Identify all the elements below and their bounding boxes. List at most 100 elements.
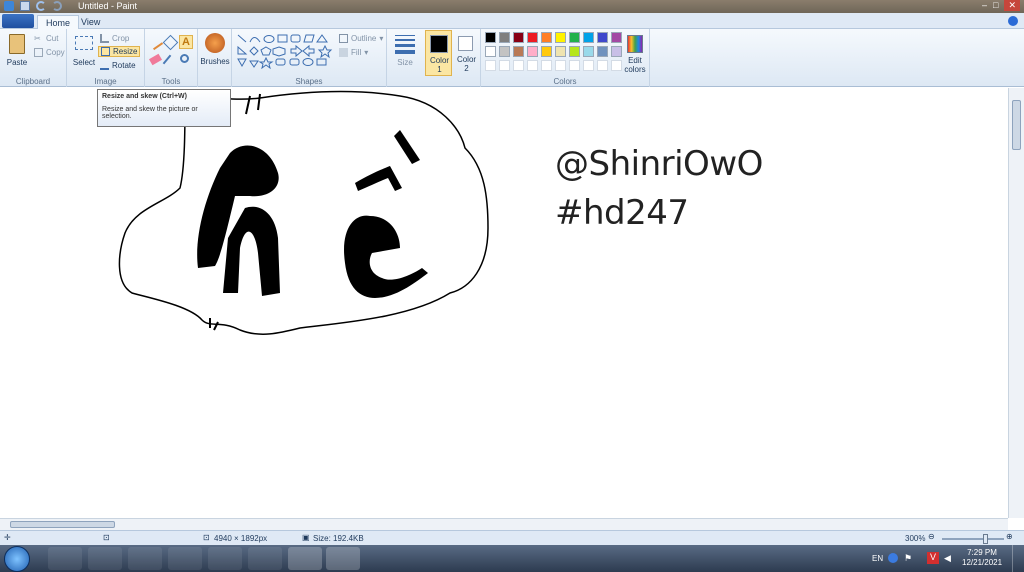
color-swatch[interactable] — [541, 60, 552, 71]
tooltip-body: Resize and skew the picture or selection… — [102, 106, 198, 120]
color-swatch[interactable] — [569, 32, 580, 43]
color-swatch[interactable] — [485, 60, 496, 71]
show-desktop-button[interactable] — [1012, 545, 1024, 572]
color-swatch[interactable] — [499, 60, 510, 71]
outline-dropdown[interactable]: Outline ▾ — [339, 34, 383, 43]
color-swatch[interactable] — [597, 46, 608, 57]
size-label: Size — [397, 58, 413, 67]
taskbar-word[interactable] — [168, 547, 202, 570]
color-swatch[interactable] — [485, 46, 496, 57]
fill-dropdown[interactable]: Fill ▾ — [339, 48, 368, 57]
clock[interactable]: 7:29 PM 12/21/2021 — [962, 548, 1002, 568]
ribbon-tab-bar: Home View — [0, 13, 1024, 29]
tab-view[interactable]: View — [73, 15, 108, 29]
color-swatch[interactable] — [555, 32, 566, 43]
taskbar-zalo[interactable] — [288, 547, 322, 570]
color-swatch[interactable] — [583, 60, 594, 71]
horizontal-scrollbar[interactable] — [0, 518, 1008, 530]
color-swatch[interactable] — [583, 32, 594, 43]
vertical-scrollbar[interactable] — [1008, 88, 1024, 518]
redo-icon[interactable] — [52, 1, 62, 11]
paste-button[interactable]: Paste — [4, 32, 30, 72]
cursor-position-icon: ✛ — [4, 533, 11, 542]
tooltip-title: Resize and skew (Ctrl+W) — [102, 93, 187, 100]
fill-shape-icon — [339, 48, 348, 57]
tools-group-label: Tools — [161, 77, 181, 86]
brushes-button[interactable]: Brushes — [200, 32, 230, 72]
taskbar-media-player[interactable] — [48, 547, 82, 570]
zoom-out-button[interactable]: ⊖ — [928, 532, 935, 541]
start-icon[interactable] — [4, 546, 30, 572]
vertical-scroll-thumb[interactable] — [1012, 100, 1021, 150]
color1-button[interactable]: Color 1 — [425, 30, 452, 76]
resize-button[interactable]: Resize — [98, 46, 141, 57]
close-button[interactable]: ✕ — [1004, 0, 1020, 11]
chevron-down-icon: ▾ — [379, 34, 384, 43]
network-icon[interactable]: ⚑ — [904, 553, 912, 564]
cut-button[interactable]: ✂ Cut — [34, 34, 58, 43]
fill-icon[interactable] — [162, 34, 179, 51]
zoom-slider[interactable] — [942, 534, 1004, 544]
shapes-group: Outline ▾ Fill ▾ Shapes — [232, 29, 387, 87]
image-group-label: Image — [94, 77, 117, 86]
taskbar-paint[interactable] — [326, 547, 360, 570]
zoom-in-button[interactable]: ⊕ — [1006, 532, 1013, 541]
color-swatch[interactable] — [499, 32, 510, 43]
eraser-icon[interactable] — [148, 53, 163, 66]
color-picker-icon[interactable] — [162, 54, 172, 65]
zoom-slider-thumb[interactable] — [983, 534, 989, 544]
color-swatch[interactable] — [513, 32, 524, 43]
maximize-button[interactable]: □ — [993, 0, 998, 11]
taskbar: EN ⚑ V ◀ 7:29 PM 12/21/2021 — [0, 545, 1024, 572]
color-swatch[interactable] — [597, 60, 608, 71]
paint-menu-button[interactable] — [2, 14, 34, 28]
color-swatch[interactable] — [513, 60, 524, 71]
color-swatch[interactable] — [527, 32, 538, 43]
color-swatch[interactable] — [499, 46, 510, 57]
edit-colors-button[interactable]: Edit colors — [621, 32, 649, 74]
color-swatch[interactable] — [541, 46, 552, 57]
paint-app-icon[interactable] — [4, 1, 14, 11]
crop-button[interactable]: Crop — [100, 34, 129, 43]
color-swatch[interactable] — [597, 32, 608, 43]
watermark-text-1: @ShinriOwO — [555, 144, 763, 184]
paste-icon — [9, 34, 25, 54]
color-swatch[interactable] — [527, 46, 538, 57]
canvas-area[interactable]: @ShinriOwO #hd247 — [0, 88, 1008, 518]
taskbar-shield-app[interactable] — [248, 547, 282, 570]
crop-icon — [100, 34, 109, 43]
undo-icon[interactable] — [36, 1, 46, 11]
color-swatch[interactable] — [555, 46, 566, 57]
color-swatch[interactable] — [513, 46, 524, 57]
size-button[interactable]: Size — [390, 32, 420, 72]
color-swatch[interactable] — [527, 60, 538, 71]
color2-button[interactable]: Color 2 — [453, 30, 480, 76]
color-swatch[interactable] — [485, 32, 496, 43]
color-swatch[interactable] — [555, 60, 566, 71]
taskbar-app-green[interactable] — [128, 547, 162, 570]
select-icon — [75, 36, 93, 50]
text-icon[interactable]: A — [179, 35, 193, 49]
copy-button[interactable]: Copy — [34, 48, 65, 57]
color-swatch[interactable] — [541, 32, 552, 43]
help-tray-icon[interactable] — [888, 553, 898, 563]
rotate-button[interactable]: Rotate — [100, 61, 136, 70]
pencil-icon[interactable] — [147, 34, 164, 51]
help-icon[interactable] — [1008, 16, 1018, 26]
selection-size-icon: ⊡ — [103, 533, 110, 542]
color-swatch[interactable] — [583, 46, 594, 57]
antivirus-tray-icon[interactable]: V — [927, 552, 939, 564]
select-button[interactable]: Select — [71, 32, 97, 72]
save-icon[interactable] — [20, 1, 30, 11]
drawing — [118, 90, 489, 335]
taskbar-file-explorer[interactable] — [88, 547, 122, 570]
color-swatch[interactable] — [569, 46, 580, 57]
magnifier-icon[interactable] — [180, 54, 189, 63]
horizontal-scroll-thumb[interactable] — [10, 521, 115, 528]
shapes-gallery[interactable] — [236, 33, 336, 69]
minimize-button[interactable]: – — [982, 0, 987, 11]
color-swatch[interactable] — [569, 60, 580, 71]
language-indicator[interactable]: EN — [872, 554, 883, 563]
taskbar-chrome[interactable] — [208, 547, 242, 570]
volume-icon[interactable]: ◀ — [944, 553, 951, 564]
